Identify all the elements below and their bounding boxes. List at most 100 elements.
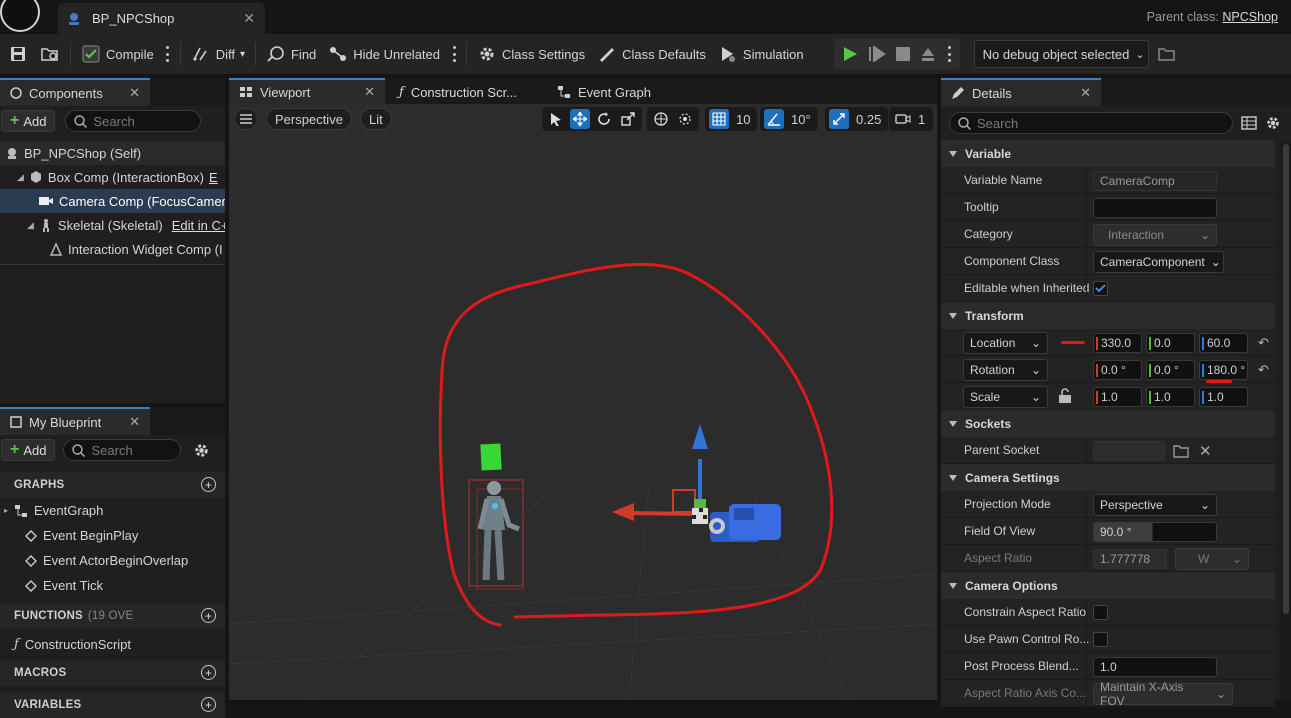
scale-z-field[interactable]: 1.0	[1199, 386, 1248, 407]
list-item-function[interactable]: ƒ ConstructionScript	[0, 632, 225, 657]
scale-mode-dropdown[interactable]: Scale ⌄	[963, 386, 1048, 408]
clear-icon[interactable]: ✕	[1199, 442, 1212, 460]
debug-browse-button[interactable]	[1149, 39, 1183, 69]
tree-item-camera-comp[interactable]: Camera Comp (FocusCamera)	[0, 189, 225, 213]
hide-unrelated-button[interactable]: Hide Unrelated	[322, 39, 446, 69]
tooltip-field[interactable]	[1093, 197, 1217, 218]
location-x-field[interactable]: 330.0	[1093, 332, 1142, 353]
rotation-x-field[interactable]: 0.0 °	[1093, 359, 1142, 380]
class-defaults-button[interactable]: Class Defaults	[591, 39, 712, 69]
rotate-icon[interactable]	[594, 109, 614, 129]
rotation-y-field[interactable]: 0.0 °	[1146, 359, 1195, 380]
eject-icon[interactable]	[920, 46, 936, 62]
variables-section[interactable]: VARIABLES +	[0, 692, 225, 718]
character-mesh[interactable]	[468, 443, 524, 590]
viewport-scene[interactable]	[229, 104, 937, 700]
perspective-button[interactable]: Perspective	[266, 108, 352, 130]
aspect-ratio-field[interactable]: 1.777778	[1093, 548, 1167, 569]
expand-arrow-icon[interactable]: ▸	[4, 506, 8, 515]
parent-socket-field[interactable]	[1093, 440, 1165, 461]
viewport-menu-button[interactable]	[234, 108, 258, 130]
lock-icon[interactable]	[1058, 388, 1072, 404]
tree-item-box-comp[interactable]: ◢ Box Comp (InteractionBox) E	[0, 165, 225, 189]
grid-snap[interactable]: 10	[705, 107, 758, 131]
collapse-arrow-icon[interactable]	[949, 420, 957, 427]
location-z-field[interactable]: 60.0	[1199, 332, 1248, 353]
gear-icon[interactable]	[193, 442, 210, 459]
play-options-icon[interactable]	[948, 46, 952, 62]
editable-when-inherited-checkbox[interactable]	[1093, 281, 1108, 296]
rotation-snap-icon[interactable]	[764, 109, 784, 129]
camera-settings-section[interactable]: Camera Settings	[941, 464, 1275, 491]
debug-object-dropdown[interactable]: No debug object selected ⌄	[973, 40, 1149, 68]
unreal-logo-icon[interactable]	[0, 0, 40, 32]
list-item-event[interactable]: Event Tick	[0, 573, 225, 598]
tree-item-skeletal[interactable]: ◢ Skeletal (Skeletal) Edit in C++	[0, 213, 225, 237]
close-panel-icon[interactable]: ✕	[129, 414, 140, 430]
translate-icon[interactable]	[570, 109, 590, 129]
close-tab-icon[interactable]: ✕	[243, 10, 255, 27]
constrain-aspect-ratio-checkbox[interactable]	[1093, 605, 1108, 620]
aspect-ratio-unit-dropdown[interactable]: W ⌄	[1175, 547, 1249, 570]
add-member-button[interactable]: + Add	[1, 439, 56, 461]
component-class-dropdown[interactable]: CameraComponent ⌄	[1093, 250, 1224, 273]
camera-options-section[interactable]: Camera Options	[941, 572, 1275, 599]
advance-frame-icon[interactable]	[868, 46, 886, 62]
collapse-arrow-icon[interactable]	[949, 474, 957, 481]
tab-components[interactable]: Components ✕	[0, 78, 150, 106]
add-function-icon[interactable]: +	[201, 608, 216, 623]
scale-y-field[interactable]: 1.0	[1146, 386, 1195, 407]
camera-gizmo[interactable]	[612, 424, 781, 542]
scale-snap[interactable]: 0.25	[825, 107, 889, 131]
components-search-input[interactable]: Search	[65, 110, 202, 132]
table-view-icon[interactable]	[1241, 116, 1257, 130]
scale-snap-icon[interactable]	[829, 109, 849, 129]
simulation-button[interactable]: Simulation	[712, 39, 810, 69]
tab-viewport[interactable]: Viewport ✕	[229, 78, 385, 104]
add-macro-icon[interactable]: +	[201, 665, 216, 680]
parent-class-link[interactable]: NPCShop	[1222, 10, 1278, 24]
gear-icon[interactable]	[1265, 115, 1281, 131]
sockets-section[interactable]: Sockets	[941, 410, 1275, 437]
tab-details[interactable]: Details ✕	[941, 78, 1101, 106]
variable-name-field[interactable]: CameraComp	[1093, 170, 1217, 191]
variable-section[interactable]: Variable	[941, 140, 1275, 167]
field-of-view-slider[interactable]: 90.0 °	[1093, 521, 1217, 542]
aspect-ratio-axis-dropdown[interactable]: Maintain X-Axis FOV ⌄	[1093, 680, 1233, 708]
my-blueprint-search-input[interactable]: Search	[63, 439, 182, 461]
macros-section[interactable]: MACROS +	[0, 660, 225, 686]
add-graph-icon[interactable]: +	[201, 477, 216, 492]
details-scrollbar[interactable]	[1281, 142, 1291, 700]
camera-speed-icon[interactable]	[893, 109, 913, 129]
rotation-z-field[interactable]: 180.0 °	[1199, 359, 1248, 380]
use-pawn-control-rotation-checkbox[interactable]	[1093, 632, 1108, 647]
close-tab-icon[interactable]: ✕	[364, 84, 375, 100]
location-y-field[interactable]: 0.0	[1146, 332, 1195, 353]
browse-socket-icon[interactable]	[1173, 444, 1189, 458]
close-panel-icon[interactable]: ✕	[129, 85, 140, 101]
browse-button[interactable]	[34, 39, 66, 69]
list-item-eventgraph[interactable]: ▸ EventGraph	[0, 498, 225, 523]
tree-item-self[interactable]: BP_NPCShop (Self)	[0, 141, 225, 165]
expand-arrow-icon[interactable]: ◢	[27, 220, 34, 231]
lit-button[interactable]: Lit	[360, 108, 392, 130]
edit-in-cpp-link[interactable]: Edit in C++	[172, 218, 225, 233]
scale-icon[interactable]	[618, 109, 638, 129]
scale-x-field[interactable]: 1.0	[1093, 386, 1142, 407]
transform-section[interactable]: Transform	[941, 302, 1275, 329]
location-mode-dropdown[interactable]: Location ⌄	[963, 332, 1048, 354]
viewport-canvas[interactable]: Perspective Lit 10 10° 0.25 1	[229, 104, 937, 700]
collapse-arrow-icon[interactable]	[949, 312, 957, 319]
edit-in-cpp-link[interactable]: E	[209, 170, 218, 185]
play-icon[interactable]	[842, 46, 858, 62]
collapse-arrow-icon[interactable]	[949, 150, 957, 157]
save-button[interactable]	[0, 39, 34, 69]
functions-section[interactable]: FUNCTIONS (19 OVE +	[0, 603, 225, 629]
world-space-icon[interactable]	[651, 109, 671, 129]
reset-to-default-icon[interactable]: ↶	[1258, 362, 1269, 378]
graphs-section[interactable]: GRAPHS +	[0, 472, 225, 498]
class-settings-button[interactable]: Class Settings	[471, 39, 591, 69]
reset-to-default-icon[interactable]: ↶	[1258, 335, 1269, 351]
post-process-blend-field[interactable]: 1.0	[1093, 656, 1217, 677]
close-panel-icon[interactable]: ✕	[1080, 85, 1091, 101]
